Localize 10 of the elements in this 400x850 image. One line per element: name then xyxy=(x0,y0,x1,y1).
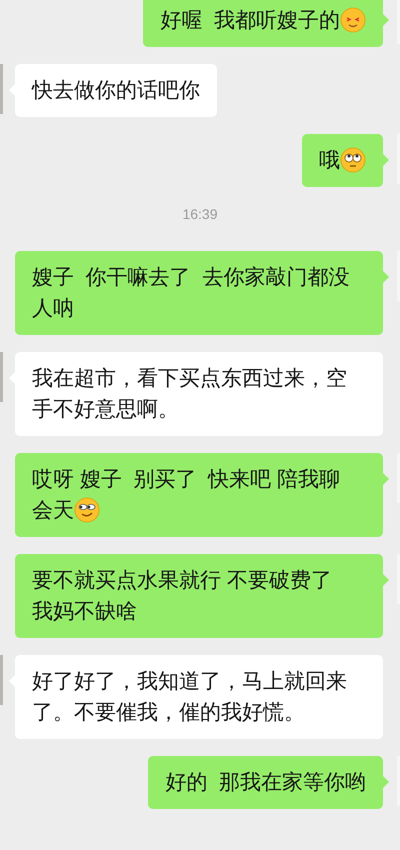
message-text: 哎呀 嫂子 别买了 快来吧 陪我聊 会天 xyxy=(32,468,340,522)
message-text: 好了好了，我知道了，马上就回来 了。不要催我，催的我好慌。 xyxy=(32,670,347,724)
message-text: 要不就买点水果就行 不要破费了 我妈不缺啥 xyxy=(32,569,332,623)
timestamp: 16:39 xyxy=(182,206,218,222)
message-text: 好喔 我都听嫂子的 xyxy=(160,9,340,32)
message-text: 嫂子 你干嘛去了 去你家敲门都没 人呐 xyxy=(32,266,350,320)
message-text: 哦 xyxy=(319,149,340,172)
message-text: 快去做你的话吧你 xyxy=(32,79,200,102)
message-text: 我在超市，看下买点东西过来，空 手不好意思啊。 xyxy=(32,367,347,421)
message-text: 好的 那我在家等你哟 xyxy=(165,771,366,794)
